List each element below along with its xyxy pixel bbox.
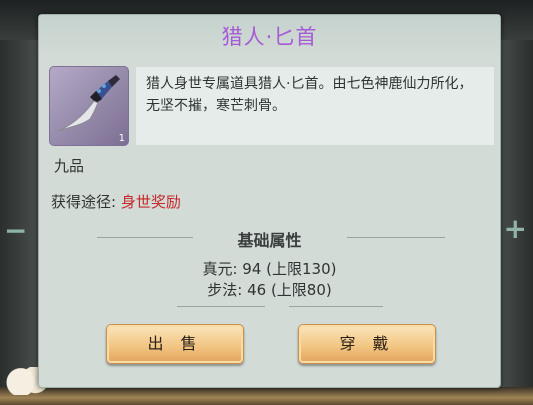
source-label: 获得途径: xyxy=(51,193,117,211)
item-description: 猎人身世专属道具猎人·匕首。由七色神鹿仙力所化，无坚不摧，寒芒刺骨。 xyxy=(136,67,494,145)
bottom-gold-frame xyxy=(0,387,533,405)
item-count: 1 xyxy=(118,133,125,144)
source-value: 身世奖励 xyxy=(120,193,181,211)
dagger-icon xyxy=(57,75,120,132)
item-grade: 九品 xyxy=(54,157,85,175)
item-tooltip-popup: 猎人·匕首 1 猎人身世专属道具猎人·匕首。由七色神鹿仙力所化，无坚不摧，寒芒刺… xyxy=(38,14,501,388)
item-source: 获得途径: 身世奖励 xyxy=(51,191,181,212)
equip-button[interactable]: 穿 戴 xyxy=(298,324,436,364)
divider-bottom-left xyxy=(177,306,265,307)
item-icon-slot: 1 xyxy=(49,66,129,146)
title-bar: 猎人·匕首 xyxy=(39,15,500,59)
minus-icon[interactable]: − xyxy=(4,214,27,247)
divider-bottom-right xyxy=(289,306,383,307)
section-title-basic-attributes: 基础属性 xyxy=(237,231,302,250)
stat-bufa: 步法: 46 (上限80) xyxy=(207,281,332,299)
plus-icon[interactable]: + xyxy=(504,212,527,245)
item-title: 猎人·匕首 xyxy=(221,25,318,49)
stat-zhenyuan: 真元: 94 (上限130) xyxy=(202,260,337,278)
sell-button[interactable]: 出 售 xyxy=(106,324,244,364)
